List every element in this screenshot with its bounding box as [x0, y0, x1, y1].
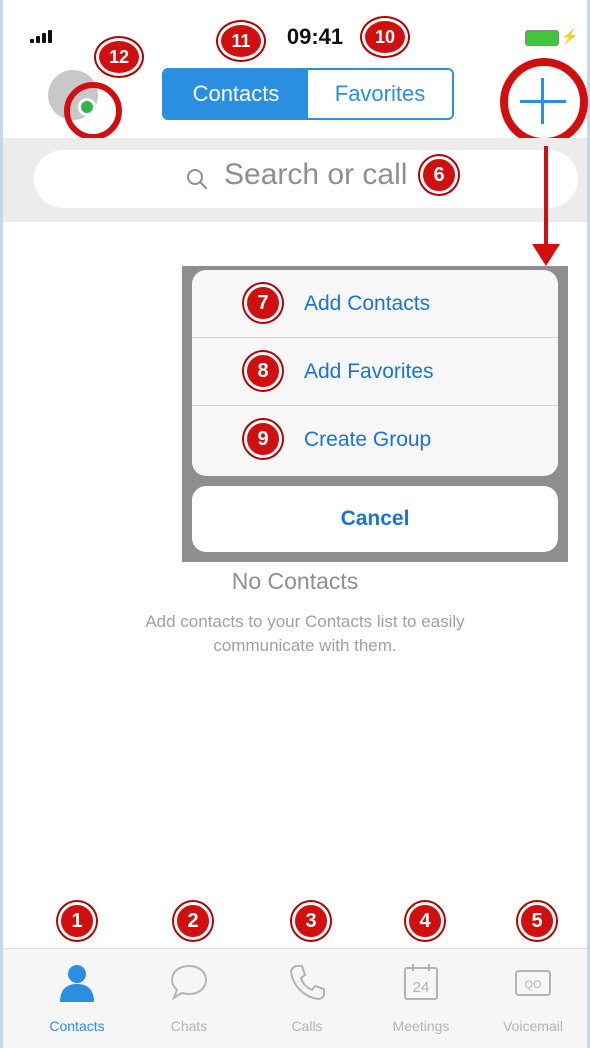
voicemail-glyph: QO — [524, 979, 542, 991]
annotation-badge-3: 3 — [292, 902, 330, 940]
cancel-button[interactable]: Cancel — [192, 486, 558, 552]
annotation-badge-11: 11 — [218, 22, 264, 60]
annotation-badge-2: 2 — [174, 902, 212, 940]
search-placeholder: Search or call — [224, 158, 408, 191]
annotation-badge-12: 12 — [96, 38, 142, 76]
plus-icon-vertical — [541, 78, 544, 124]
chat-bubble-icon — [170, 964, 208, 1001]
tab-contacts[interactable]: Contacts — [164, 70, 308, 118]
tab-bar-calls[interactable]: Calls — [248, 962, 366, 1042]
signal-strength-icon — [30, 30, 52, 43]
empty-state-title: No Contacts — [231, 568, 359, 594]
tab-label-chats: Chats — [170, 1018, 208, 1034]
annotation-badge-5: 5 — [518, 902, 556, 940]
contacts-favorites-toggle: Contacts Favorites — [162, 68, 454, 120]
status-time: 09:41 — [286, 24, 344, 49]
annotation-highlight-ring — [64, 82, 122, 140]
phone-icon — [289, 965, 325, 1001]
tab-label-calls: Calls — [291, 1018, 323, 1034]
tab-label-contacts: Contacts — [49, 1018, 105, 1034]
calendar-icon: 24 — [404, 964, 438, 1000]
tab-favorites[interactable]: Favorites — [308, 70, 452, 118]
annotation-arrow-head — [532, 244, 560, 266]
tab-label-meetings: Meetings — [392, 1018, 450, 1034]
annotation-arrow — [544, 146, 548, 250]
search-icon — [187, 169, 207, 189]
annotation-badge-8: 8 — [244, 352, 282, 390]
tab-bar-voicemail[interactable]: QO Voicemail — [474, 962, 590, 1042]
voicemail-icon: QO — [515, 970, 551, 996]
annotation-badge-4: 4 — [406, 902, 444, 940]
person-icon — [60, 965, 94, 1002]
annotation-badge-1: 1 — [58, 902, 96, 940]
annotation-badge-6: 6 — [420, 156, 458, 194]
tab-bar-chats[interactable]: Chats — [130, 962, 248, 1042]
calendar-day: 24 — [413, 979, 430, 996]
tab-bar-meetings[interactable]: 24 Meetings — [362, 962, 480, 1042]
empty-state-description: Add contacts to your Contacts list to ea… — [145, 612, 465, 655]
battery-icon: ⚡ — [525, 28, 578, 46]
tab-label-voicemail: Voicemail — [503, 1018, 563, 1034]
annotation-badge-7: 7 — [244, 284, 282, 322]
annotation-badge-10: 10 — [362, 18, 408, 56]
annotation-badge-9: 9 — [244, 420, 282, 458]
tab-bar-contacts[interactable]: Contacts — [18, 962, 136, 1042]
